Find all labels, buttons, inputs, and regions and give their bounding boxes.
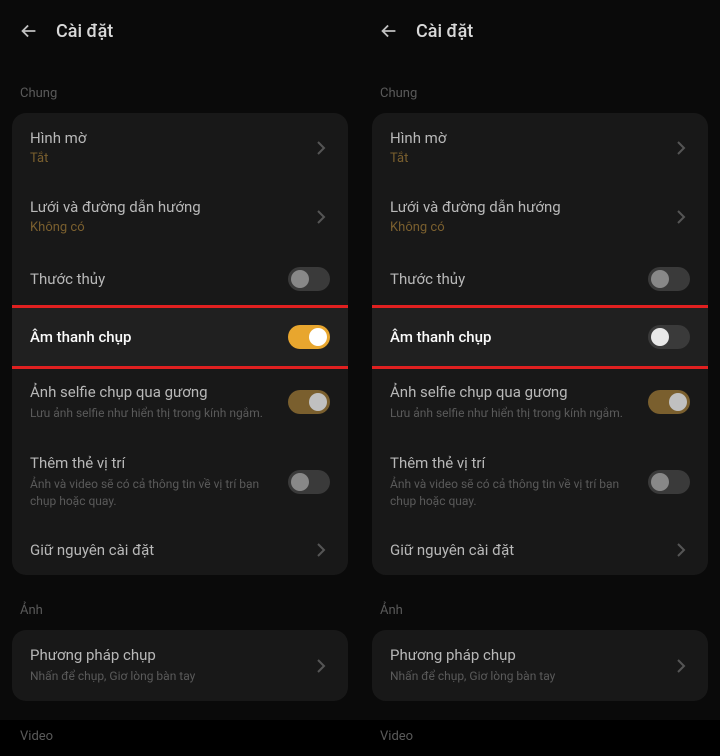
chevron-right-icon [312,541,330,559]
toggle-level[interactable] [648,267,690,291]
row-title: Hình mờ [390,129,672,147]
section-photo: Ảnh [0,575,360,630]
row-sub: Lưu ảnh selfie như hiển thị trong kính n… [390,405,648,422]
row-watermark[interactable]: Hình mờ Tắt [12,113,348,182]
back-icon[interactable] [378,20,400,42]
row-capture-method[interactable]: Phương pháp chụp Nhấn để chụp, Giơ lòng … [12,630,348,701]
page-title: Cài đặt [56,21,113,42]
section-video: Video [0,701,360,756]
row-sub: Tắt [390,151,672,166]
card-general: Hình mờ Tắt Lưới và đường dẫn hướng Khôn… [12,113,348,575]
row-keep-settings[interactable]: Giữ nguyên cài đặt [372,525,708,575]
row-sub: Ảnh và video sẽ có cả thông tin về vị tr… [30,476,288,510]
toggle-selfie-mirror[interactable] [648,390,690,414]
toggle-shutter-sound[interactable] [648,325,690,349]
row-sub: Lưu ảnh selfie như hiển thị trong kính n… [30,405,288,422]
row-title: Ảnh selfie chụp qua gương [30,383,288,401]
toggle-level[interactable] [288,267,330,291]
row-title: Ảnh selfie chụp qua gương [390,383,648,401]
row-title: Phương pháp chụp [390,646,672,664]
header: Cài đặt [0,0,360,58]
pane-left: Cài đặt Chung Hình mờ Tắt Lưới và đường … [0,0,360,720]
header: Cài đặt [360,0,720,58]
toggle-selfie-mirror[interactable] [288,390,330,414]
chevron-right-icon [672,657,690,675]
row-keep-settings[interactable]: Giữ nguyên cài đặt [12,525,348,575]
row-selfie-mirror[interactable]: Ảnh selfie chụp qua gương Lưu ảnh selfie… [372,367,708,438]
row-title: Hình mờ [30,129,312,147]
card-photo: Phương pháp chụp Nhấn để chụp, Giơ lòng … [12,630,348,701]
row-title: Phương pháp chụp [30,646,312,664]
row-title: Giữ nguyên cài đặt [30,541,312,559]
row-title: Thước thủy [390,270,648,288]
toggle-location-tag[interactable] [648,470,690,494]
toggle-location-tag[interactable] [288,470,330,494]
row-shutter-sound[interactable]: Âm thanh chụp [12,307,348,367]
row-sub: Ảnh và video sẽ có cả thông tin về vị tr… [390,476,648,510]
row-sub: Nhấn để chụp, Giơ lòng bàn tay [30,668,312,685]
page-title: Cài đặt [416,21,473,42]
row-capture-method[interactable]: Phương pháp chụp Nhấn để chụp, Giơ lòng … [372,630,708,701]
row-level[interactable]: Thước thủy [372,251,708,307]
row-title: Thêm thẻ vị trí [390,454,648,472]
section-general: Chung [0,58,360,113]
row-title: Âm thanh chụp [30,328,288,346]
section-general: Chung [360,58,720,113]
row-level[interactable]: Thước thủy [12,251,348,307]
row-location-tag[interactable]: Thêm thẻ vị trí Ảnh và video sẽ có cả th… [12,438,348,526]
toggle-shutter-sound[interactable] [288,325,330,349]
back-icon[interactable] [18,20,40,42]
row-title: Lưới và đường dẫn hướng [390,198,672,216]
chevron-right-icon [312,657,330,675]
pane-right: Cài đặt Chung Hình mờ Tắt Lưới và đường … [360,0,720,720]
row-title: Thêm thẻ vị trí [30,454,288,472]
chevron-right-icon [312,208,330,226]
row-sub: Không có [390,220,672,235]
row-selfie-mirror[interactable]: Ảnh selfie chụp qua gương Lưu ảnh selfie… [12,367,348,438]
row-sub: Tắt [30,151,312,166]
row-sub: Không có [30,220,312,235]
chevron-right-icon [672,541,690,559]
card-photo: Phương pháp chụp Nhấn để chụp, Giơ lòng … [372,630,708,701]
row-grid[interactable]: Lưới và đường dẫn hướng Không có [12,182,348,251]
section-photo: Ảnh [360,575,720,630]
card-general: Hình mờ Tắt Lưới và đường dẫn hướng Khôn… [372,113,708,575]
row-title: Thước thủy [30,270,288,288]
row-grid[interactable]: Lưới và đường dẫn hướng Không có [372,182,708,251]
chevron-right-icon [312,139,330,157]
row-sub: Nhấn để chụp, Giơ lòng bàn tay [390,668,672,685]
row-title: Giữ nguyên cài đặt [390,541,672,559]
chevron-right-icon [672,208,690,226]
section-video: Video [360,701,720,756]
row-shutter-sound[interactable]: Âm thanh chụp [372,307,708,367]
row-title: Âm thanh chụp [390,328,648,346]
row-title: Lưới và đường dẫn hướng [30,198,312,216]
row-location-tag[interactable]: Thêm thẻ vị trí Ảnh và video sẽ có cả th… [372,438,708,526]
row-watermark[interactable]: Hình mờ Tắt [372,113,708,182]
chevron-right-icon [672,139,690,157]
